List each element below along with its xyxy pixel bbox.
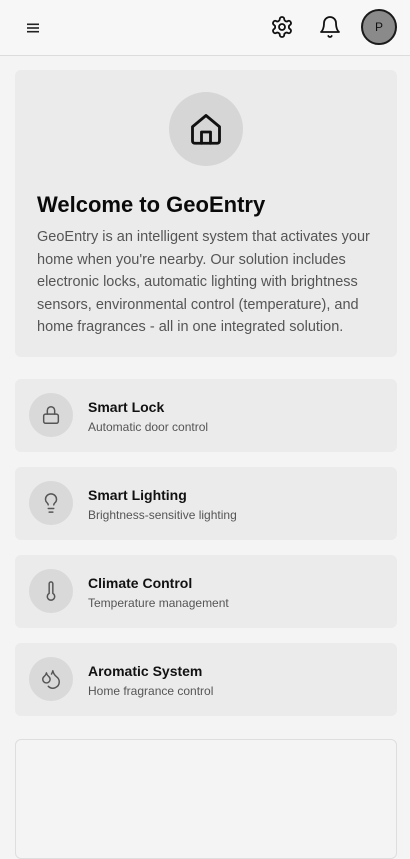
avatar-initial: P bbox=[374, 20, 383, 34]
avatar[interactable]: P bbox=[361, 9, 397, 45]
feature-subtitle: Brightness-sensitive lighting bbox=[88, 508, 237, 522]
feature-title: Climate Control bbox=[88, 575, 193, 591]
welcome-description: GeoEntry is an intelligent system that a… bbox=[37, 229, 370, 335]
feature-card-climate-control[interactable]: Climate Control Temperature management bbox=[15, 555, 397, 628]
lock-icon bbox=[42, 406, 60, 424]
top-bar: P bbox=[0, 0, 410, 56]
menu-button[interactable] bbox=[22, 17, 44, 39]
menu-icon bbox=[27, 23, 39, 33]
feature-subtitle: Automatic door control bbox=[88, 420, 209, 434]
settings-button[interactable] bbox=[270, 15, 294, 39]
feature-card-smart-lighting[interactable]: Smart Lighting Brightness-sensitive ligh… bbox=[15, 467, 397, 540]
thermometer-icon bbox=[46, 581, 56, 601]
content-card bbox=[15, 739, 397, 859]
home-icon bbox=[191, 114, 221, 145]
gear-icon bbox=[272, 16, 292, 38]
droplets-icon bbox=[42, 670, 60, 689]
feature-icon-circle bbox=[29, 569, 73, 613]
feature-card-aromatic-system[interactable]: Aromatic System Home fragrance control bbox=[15, 643, 397, 716]
feature-title: Smart Lighting bbox=[88, 487, 187, 503]
notifications-button[interactable] bbox=[318, 15, 342, 39]
feature-icon-circle bbox=[29, 481, 73, 525]
bell-icon bbox=[320, 16, 340, 38]
feature-subtitle: Temperature management bbox=[88, 596, 229, 610]
feature-card-smart-lock[interactable]: Smart Lock Automatic door control bbox=[15, 379, 397, 452]
feature-icon-circle bbox=[29, 657, 73, 701]
feature-title: Aromatic System bbox=[88, 663, 203, 679]
feature-subtitle: Home fragrance control bbox=[88, 684, 214, 698]
feature-title: Smart Lock bbox=[88, 399, 165, 415]
welcome-card: Welcome to GeoEntry GeoEntry is an intel… bbox=[15, 70, 397, 357]
welcome-title: Welcome to GeoEntry bbox=[37, 192, 266, 217]
lightbulb-icon bbox=[44, 493, 58, 513]
feature-icon-circle bbox=[29, 393, 73, 437]
home-icon-circle bbox=[169, 92, 243, 166]
